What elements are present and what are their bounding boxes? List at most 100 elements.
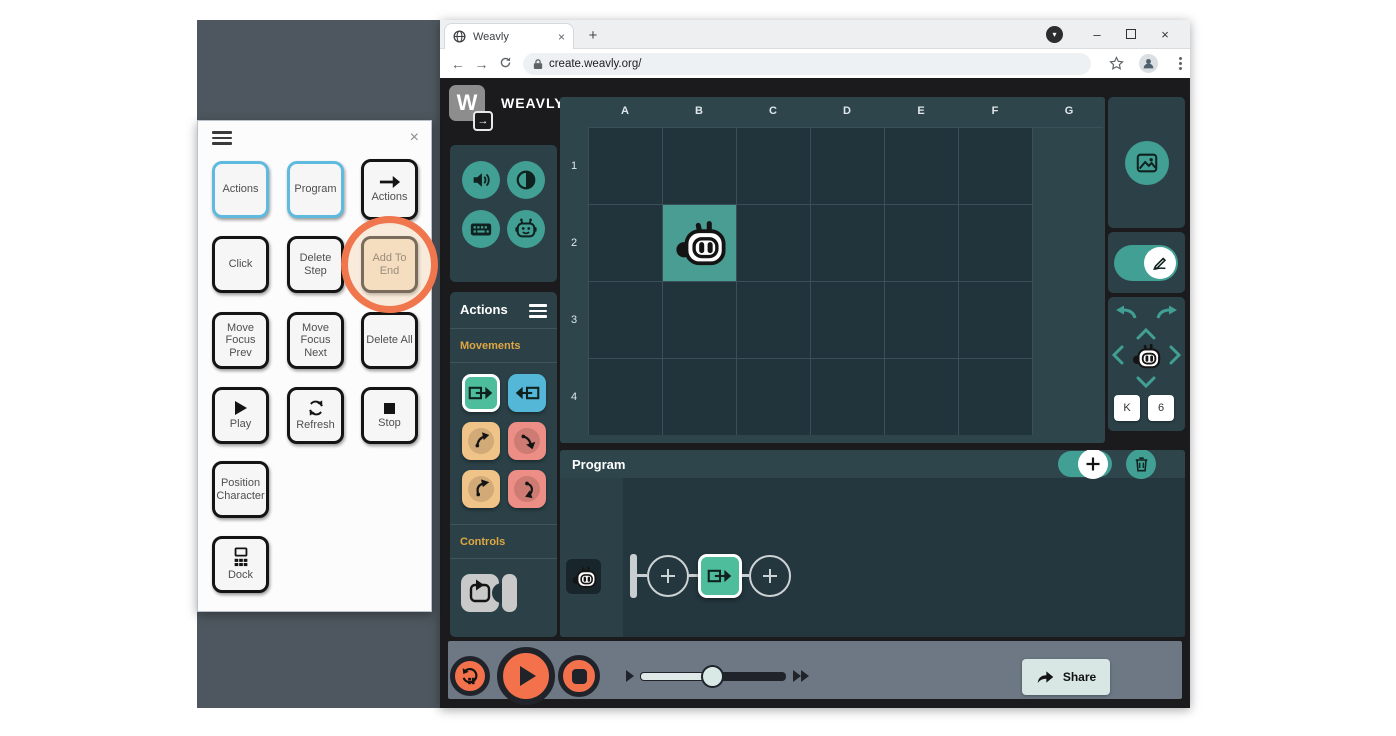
keyboard-shortcuts-button[interactable] xyxy=(462,210,500,248)
action-block-turn-right-90[interactable] xyxy=(508,470,546,508)
scene-cell-B2[interactable] xyxy=(737,205,811,282)
forward-button[interactable]: → xyxy=(470,56,494,72)
extension-icon[interactable]: ▾ xyxy=(1046,26,1080,43)
scene-cell-A4[interactable] xyxy=(811,359,885,435)
switch-button-play[interactable]: Play xyxy=(212,387,269,444)
move-right-button[interactable] xyxy=(1169,345,1181,370)
divider xyxy=(450,558,557,559)
move-down-button[interactable] xyxy=(1136,375,1156,393)
scene-cell-E2[interactable] xyxy=(959,205,1033,282)
scene-cell-E1[interactable] xyxy=(885,128,959,205)
turn-left-button[interactable] xyxy=(1114,305,1138,326)
scene-cell-G1[interactable] xyxy=(589,205,663,282)
scene-cell-A2[interactable] xyxy=(663,205,737,282)
add-step-node-2[interactable] xyxy=(749,555,791,597)
panel-menu-icon[interactable] xyxy=(212,131,232,145)
turn-right-90-icon xyxy=(516,478,538,500)
audio-feedback-button[interactable] xyxy=(462,161,500,199)
browser-menu-button[interactable] xyxy=(1170,57,1190,70)
actions-palette: Actions Movements xyxy=(450,292,557,637)
add-step-node-1[interactable] xyxy=(647,555,689,597)
scene-cell-A1[interactable] xyxy=(589,128,663,205)
profile-button[interactable] xyxy=(1139,54,1159,73)
switch-button-delete-step[interactable]: Delete Step xyxy=(287,236,344,293)
scene-cell-D3[interactable] xyxy=(959,282,1033,359)
pen-toggle[interactable] xyxy=(1114,245,1178,281)
scene-character[interactable] xyxy=(673,216,727,270)
scene-cell-C2[interactable] xyxy=(811,205,885,282)
scene-cell-F2[interactable] xyxy=(589,282,663,359)
contrast-icon xyxy=(515,169,537,191)
scene-cell-F3[interactable] xyxy=(663,359,737,435)
scene-cell-B1[interactable] xyxy=(663,128,737,205)
program-character-button[interactable] xyxy=(566,559,601,594)
kebab-menu-icon xyxy=(1179,57,1182,70)
switch-button-dock[interactable]: Dock xyxy=(212,536,269,593)
switch-button-move-focus-next[interactable]: Move Focus Next xyxy=(287,312,344,369)
scene-cell-B4[interactable] xyxy=(885,359,959,435)
control-block-loop[interactable] xyxy=(460,570,518,621)
action-block-turn-left-90[interactable] xyxy=(462,470,500,508)
scene-cell-C4[interactable] xyxy=(959,359,1033,435)
switch-button-refresh[interactable]: Refresh xyxy=(287,387,344,444)
switch-button-delete-all[interactable]: Delete All xyxy=(361,312,418,369)
action-block-backward[interactable] xyxy=(508,374,546,412)
switch-button-click[interactable]: Click xyxy=(212,236,269,293)
minimize-button[interactable]: – xyxy=(1080,27,1114,42)
maximize-button[interactable] xyxy=(1114,27,1148,42)
action-block-turn-right-45[interactable] xyxy=(508,422,546,460)
switch-button-actions[interactable]: Actions xyxy=(212,161,269,218)
row-position-input[interactable]: 6 xyxy=(1148,395,1174,421)
theme-contrast-button[interactable] xyxy=(507,161,545,199)
delete-program-button[interactable] xyxy=(1126,450,1156,479)
switch-button-move-focus-prev[interactable]: Move Focus Prev xyxy=(212,312,269,369)
add-node-knob[interactable] xyxy=(1078,450,1108,479)
scene-cell-C1[interactable] xyxy=(737,128,811,205)
switch-button-stop[interactable]: Stop xyxy=(361,387,418,444)
scene-cell-F1[interactable] xyxy=(959,128,1033,205)
share-button[interactable]: Share xyxy=(1022,659,1110,695)
move-left-button[interactable] xyxy=(1112,345,1124,370)
plus-icon xyxy=(659,567,677,585)
switch-button-add-to-end[interactable]: Add To End xyxy=(361,236,418,293)
scene-cell-D1[interactable] xyxy=(811,128,885,205)
url-bar[interactable]: create.weavly.org/ xyxy=(523,53,1091,75)
scene-cell-A3[interactable] xyxy=(737,282,811,359)
bookmark-star-button[interactable] xyxy=(1107,56,1127,71)
speed-slider-track-right[interactable] xyxy=(716,672,786,681)
action-block-forward[interactable] xyxy=(462,374,500,412)
switch-button-actions-next[interactable]: Actions xyxy=(361,159,418,220)
action-block-turn-left-45[interactable] xyxy=(462,422,500,460)
play-icon xyxy=(520,666,536,686)
palette-menu-icon[interactable] xyxy=(529,304,547,318)
column-position-input[interactable]: K xyxy=(1114,395,1140,421)
maximize-icon xyxy=(1126,29,1136,39)
program-step-forward[interactable] xyxy=(698,554,742,598)
url-text: create.weavly.org/ xyxy=(549,58,641,70)
play-button[interactable] xyxy=(497,647,555,705)
scene-cell-C3[interactable] xyxy=(885,282,959,359)
plus-icon xyxy=(761,567,779,585)
character-position-panel: K 6 xyxy=(1108,297,1185,431)
scene-cell-D2[interactable] xyxy=(885,205,959,282)
close-button[interactable]: × xyxy=(1148,27,1182,42)
switch-button-position-character[interactable]: Position Character xyxy=(212,461,269,518)
tab-close-icon[interactable]: × xyxy=(558,31,565,43)
scene-cell-G2[interactable] xyxy=(663,282,737,359)
browser-tab[interactable]: Weavly × xyxy=(444,23,574,49)
stop-button[interactable] xyxy=(558,655,600,697)
new-tab-button[interactable]: + xyxy=(582,25,604,47)
scene-cell-E3[interactable] xyxy=(589,359,663,435)
pencil-icon xyxy=(1151,254,1169,272)
switch-button-program[interactable]: Program xyxy=(287,161,344,218)
back-button[interactable]: ← xyxy=(446,56,470,72)
scene-cell-B3[interactable] xyxy=(811,282,885,359)
reload-button[interactable] xyxy=(493,56,517,72)
speed-slider-thumb[interactable] xyxy=(701,665,724,688)
turn-right-button[interactable] xyxy=(1155,305,1179,326)
background-picker-button[interactable] xyxy=(1125,141,1169,185)
scene-cell-G3[interactable] xyxy=(737,359,811,435)
reset-character-button[interactable] xyxy=(450,656,490,696)
panel-close-icon[interactable]: × xyxy=(410,129,419,147)
character-select-button[interactable] xyxy=(507,210,545,248)
